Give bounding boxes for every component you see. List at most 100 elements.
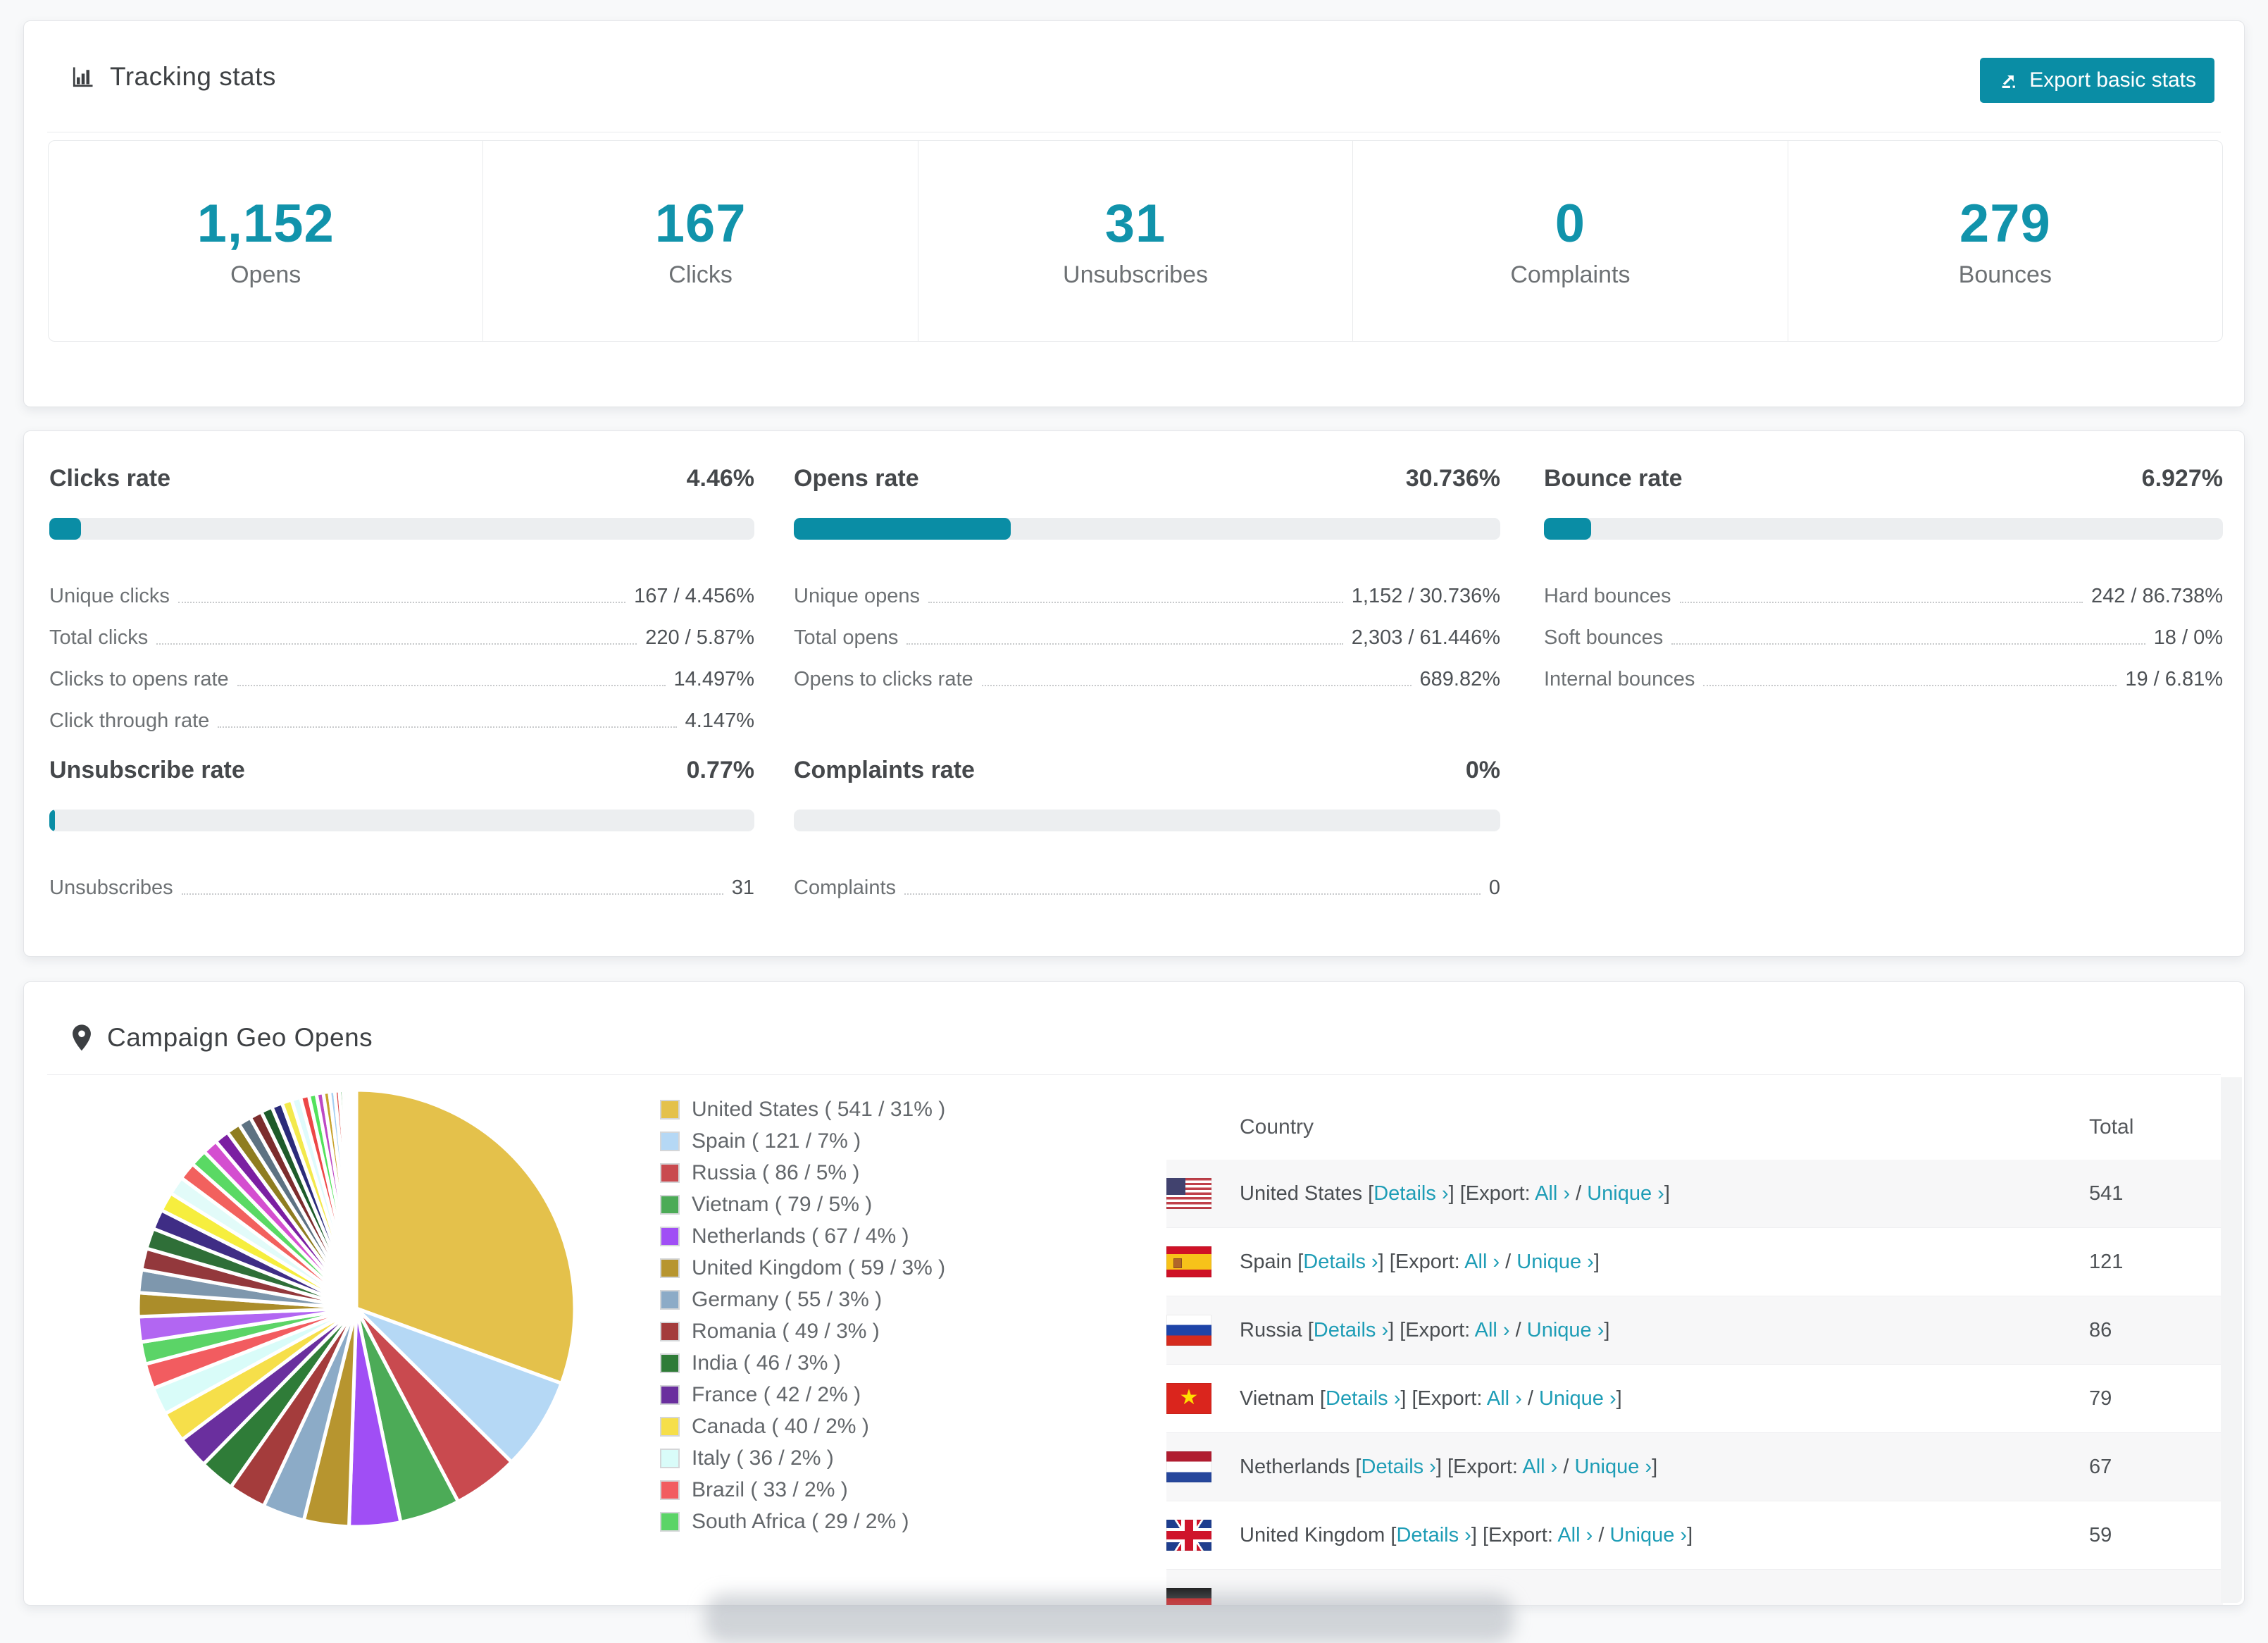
stat-unsubscribes: 31 Unsubscribes	[917, 141, 1352, 341]
opens-rate-bar	[794, 518, 1500, 540]
legend-item: Russia ( 86 / 5% )	[660, 1157, 945, 1189]
legend-item: Brazil ( 33 / 2% )	[660, 1474, 945, 1506]
table-row: Vietnam [Details ›] [Export: All › / Uni…	[1166, 1365, 2223, 1433]
export-unique-link[interactable]: Unique ›	[1539, 1387, 1616, 1410]
stat-row: Soft bounces 18 / 0%	[1544, 626, 2223, 649]
total-value: 121	[2089, 1250, 2124, 1273]
legend-item: Germany ( 55 / 3% )	[660, 1284, 945, 1315]
details-link[interactable]: Details ›	[1396, 1524, 1471, 1546]
complaints-rate-block: Complaints rate 0% Complaints 0	[794, 757, 1500, 901]
export-unique-link[interactable]: Unique ›	[1516, 1251, 1594, 1273]
export-unique-link[interactable]: Unique ›	[1609, 1524, 1687, 1546]
legend-item: Italy ( 36 / 2% )	[660, 1442, 945, 1474]
legend-item: United Kingdom ( 59 / 3% )	[660, 1252, 945, 1284]
clicks-rate-block: Clicks rate 4.46% Unique clicks 167 / 4.4…	[49, 465, 754, 734]
vn-flag-icon	[1166, 1383, 1211, 1414]
clicks-rate-bar	[49, 518, 754, 540]
legend-swatch	[660, 1480, 680, 1500]
details-link[interactable]: Details ›	[1362, 1456, 1436, 1478]
stat-opens: 1,152 Opens	[197, 194, 335, 288]
table-row: Russia [Details ›] [Export: All › / Uniq…	[1166, 1296, 2223, 1365]
export-all-link[interactable]: All ›	[1475, 1319, 1510, 1341]
unsubscribe-rate-bar	[49, 810, 754, 831]
geo-title: Campaign Geo Opens	[107, 1023, 373, 1052]
stats-summary-box: 1,152 Opens 167 Clicks 31 Unsubscribes 0…	[48, 140, 2223, 342]
map-pin-icon	[73, 1024, 91, 1051]
details-link[interactable]: Details ›	[1303, 1251, 1378, 1273]
stat-row: Total opens 2,303 / 61.446%	[794, 626, 1500, 649]
complaints-rate-bar	[794, 810, 1500, 831]
legend-swatch	[660, 1321, 680, 1341]
stat-row: Complaints 0	[794, 876, 1500, 899]
total-column-header: Total	[2089, 1115, 2134, 1139]
legend-swatch	[660, 1226, 680, 1246]
export-unique-link[interactable]: Unique ›	[1574, 1456, 1652, 1478]
table-scrollbar[interactable]	[2221, 1077, 2242, 1603]
legend-item: Vietnam ( 79 / 5% )	[660, 1189, 945, 1220]
rates-card: Clicks rate 4.46% Unique clicks 167 / 4.4…	[23, 430, 2245, 957]
ru-flag-icon	[1166, 1315, 1211, 1346]
geo-pie-chart	[131, 1083, 582, 1534]
country-column-header: Country	[1240, 1115, 1314, 1139]
legend-swatch	[660, 1448, 680, 1468]
total-value: 86	[2089, 1318, 2112, 1341]
export-all-link[interactable]: All ›	[1464, 1251, 1500, 1273]
legend-item: United States ( 541 / 31% )	[660, 1093, 945, 1125]
legend-item: Romania ( 49 / 3% )	[660, 1315, 945, 1347]
unsubscribe-rate-block: Unsubscribe rate 0.77% Unsubscribes 31	[49, 757, 754, 901]
stat-row: Unique clicks 167 / 4.456%	[49, 585, 754, 607]
country-name: Spain	[1240, 1250, 1292, 1273]
stat-bounces: 279 Bounces	[1787, 141, 2222, 341]
table-row: Netherlands [Details ›] [Export: All › /…	[1166, 1433, 2223, 1501]
geo-header: Campaign Geo Opens	[70, 1023, 373, 1053]
legend-swatch	[660, 1258, 680, 1278]
campaign-geo-opens-card: Campaign Geo Opens United States ( 541 /…	[23, 981, 2245, 1606]
country-name: United Kingdom	[1240, 1523, 1385, 1546]
total-value: 541	[2089, 1182, 2124, 1205]
opens-rate-value: 30.736%	[1405, 465, 1500, 492]
total-value: 59	[2089, 1523, 2112, 1546]
country-name: Vietnam	[1240, 1387, 1314, 1410]
stat-row: Total clicks 220 / 5.87%	[49, 626, 754, 649]
complaints-rate-title: Complaints rate	[794, 757, 975, 783]
stat-row: Hard bounces 242 / 86.738%	[1544, 585, 2223, 607]
details-link[interactable]: Details ›	[1326, 1387, 1400, 1410]
export-basic-stats-button[interactable]: Export basic stats	[1980, 58, 2214, 103]
unsubscribe-rate-title: Unsubscribe rate	[49, 757, 245, 783]
total-value: 79	[2089, 1387, 2112, 1410]
legend-swatch	[660, 1511, 680, 1532]
export-all-link[interactable]: All ›	[1535, 1182, 1570, 1205]
stat-row: Clicks to opens rate 14.497%	[49, 668, 754, 690]
export-all-link[interactable]: All ›	[1557, 1524, 1593, 1546]
opens-rate-block: Opens rate 30.736% Unique opens 1,152 / 3…	[794, 465, 1500, 693]
export-unique-link[interactable]: Unique ›	[1527, 1319, 1605, 1341]
country-name: Netherlands	[1240, 1455, 1350, 1478]
legend-swatch	[660, 1194, 680, 1215]
legend-item: South Africa ( 29 / 2% )	[660, 1506, 945, 1537]
export-icon	[2002, 75, 2016, 88]
export-all-link[interactable]: All ›	[1487, 1387, 1522, 1410]
geo-table: Country Total United States [Details ›] …	[1166, 1095, 2223, 1605]
legend-swatch	[660, 1162, 680, 1183]
legend-swatch	[660, 1353, 680, 1373]
table-row: United Kingdom [Details ›] [Export: All …	[1166, 1501, 2223, 1570]
export-all-link[interactable]: All ›	[1522, 1456, 1557, 1478]
details-link[interactable]: Details ›	[1314, 1319, 1388, 1341]
stat-clicks: 167 Clicks	[482, 141, 917, 341]
stat-complaints: 0 Complaints	[1352, 141, 1787, 341]
export-unique-link[interactable]: Unique ›	[1587, 1182, 1664, 1205]
details-link[interactable]: Details ›	[1373, 1182, 1448, 1205]
legend-swatch	[660, 1131, 680, 1151]
es-flag-icon	[1166, 1246, 1211, 1277]
bounce-rate-block: Bounce rate 6.927% Hard bounces 242 / 86.…	[1544, 465, 2223, 693]
bar-chart-icon	[73, 67, 93, 87]
country-name: Russia	[1240, 1318, 1302, 1341]
legend-swatch	[660, 1416, 680, 1437]
legend-item: India ( 46 / 3% )	[660, 1347, 945, 1379]
stat-row: Unsubscribes 31	[49, 876, 754, 899]
stat-row: Opens to clicks rate 689.82%	[794, 668, 1500, 690]
table-header: Country Total	[1166, 1095, 2223, 1160]
pie-legend: United States ( 541 / 31% ) Spain ( 121 …	[660, 1093, 945, 1537]
bounce-rate-value: 6.927%	[2141, 465, 2223, 492]
page-title: Tracking stats	[110, 62, 276, 91]
